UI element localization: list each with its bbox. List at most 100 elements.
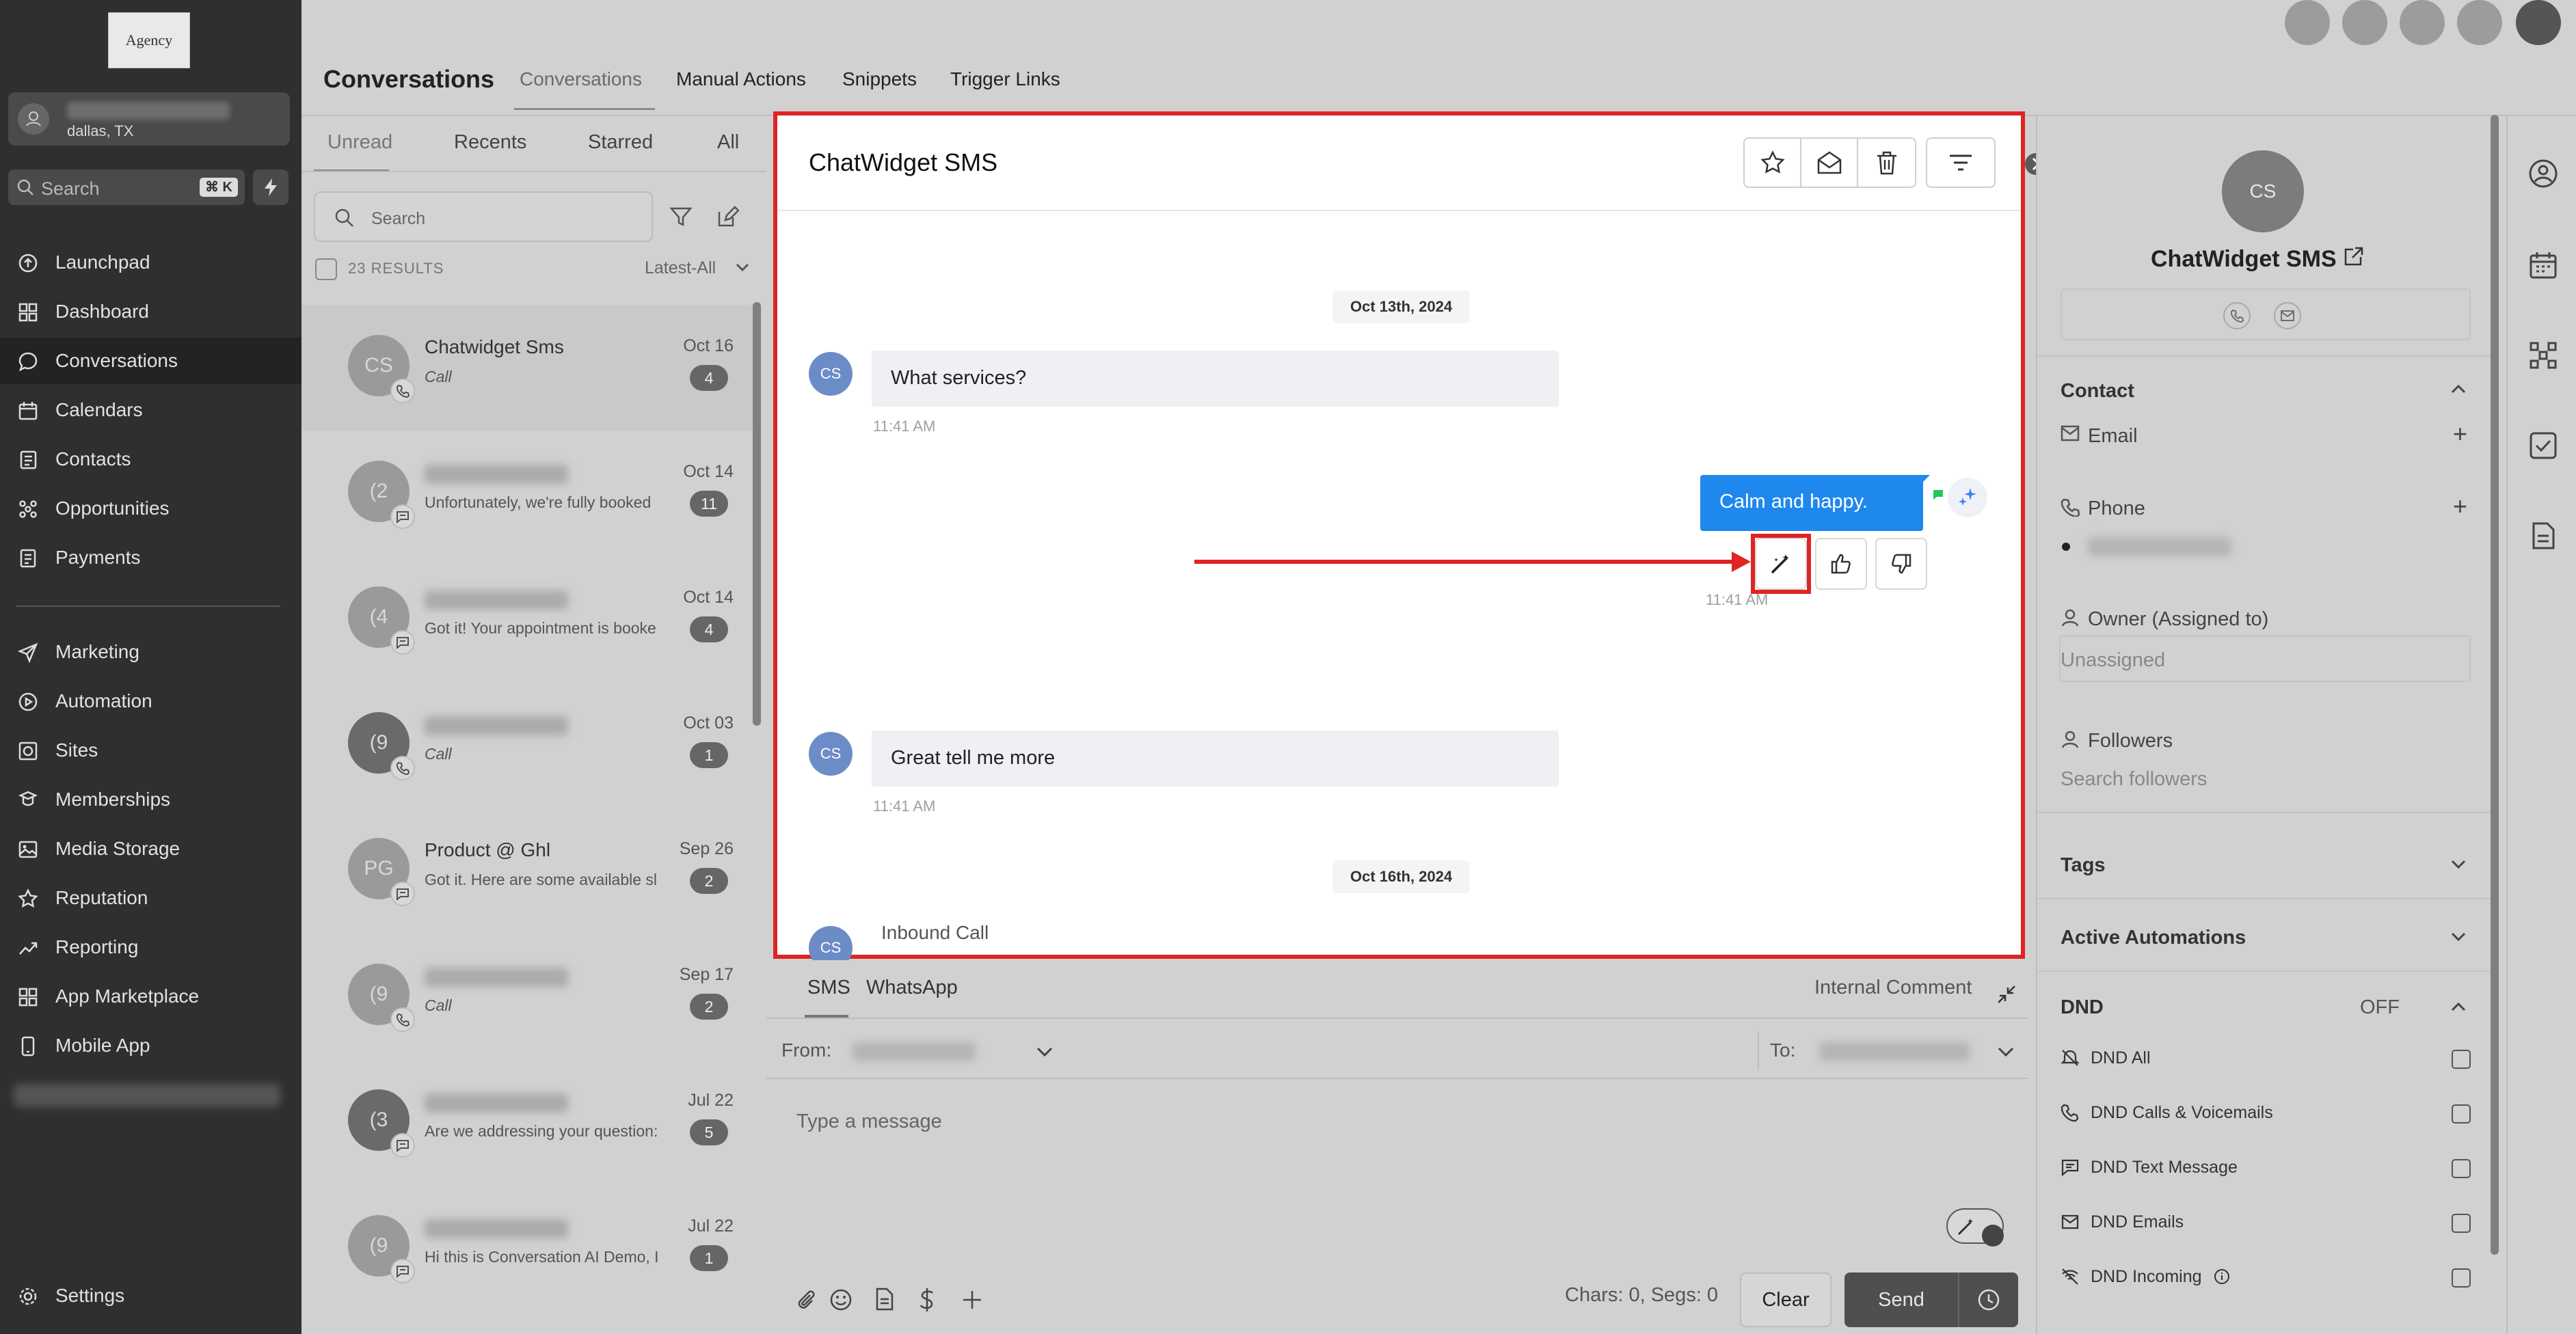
dollar-icon[interactable] [918,1287,936,1313]
calendar-icon[interactable] [2528,250,2558,280]
conversation-item[interactable]: PG Product @ Ghl Got it. Here are some ava… [301,808,758,934]
filter-icon[interactable] [669,205,693,228]
quick-actions-button[interactable] [253,169,289,205]
header-action-4[interactable] [2457,0,2502,45]
delete-button[interactable] [1858,139,1915,187]
thumbs-down-button[interactable] [1875,538,1927,590]
inbound-call-label: Inbound Call [881,922,989,943]
composer-tab-sms[interactable]: SMS [807,977,850,999]
select-all-checkbox[interactable] [315,258,337,280]
to-chevron-down-icon[interactable] [1997,1046,2015,1059]
sidebar-item-memberships[interactable]: Memberships [0,776,301,823]
dnd-checkbox[interactable] [2452,1050,2471,1069]
sidebar-item-settings[interactable]: Settings [0,1272,301,1319]
tasks-icon[interactable] [2528,431,2558,461]
attachment-icon[interactable] [795,1287,816,1311]
sidebar-item-automation[interactable]: Automation [0,678,301,724]
sidebar-item-reporting[interactable]: Reporting [0,924,301,970]
add-email-button[interactable]: + [2453,420,2467,448]
message-input[interactable]: Type a message [796,1111,942,1133]
mark-unread-button[interactable] [1801,139,1858,187]
agency-logo[interactable]: Agency [108,12,190,68]
owner-select[interactable]: Unassigned [2059,636,2471,682]
schedule-button[interactable] [1958,1272,2018,1327]
add-phone-button[interactable]: + [2453,492,2467,521]
tags-section-title[interactable]: Tags [2061,854,2106,877]
document-icon[interactable] [874,1287,895,1311]
conversation-item[interactable]: (9 Call Oct 03 1 [301,682,758,808]
email-button[interactable] [2274,302,2301,329]
conversation-item[interactable]: (9 Call Sep 17 2 [301,934,758,1059]
dnd-checkbox[interactable] [2452,1159,2471,1178]
sidebar-item-marketing[interactable]: Marketing [0,629,301,675]
account-switcher[interactable]: dallas, TX [8,92,290,146]
header-action-3[interactable] [2400,0,2445,45]
sidebar-item-payments[interactable]: Payments [0,534,301,581]
list-tab-starred[interactable]: Starred [588,131,653,154]
sidebar-item-media-storage[interactable]: Media Storage [0,826,301,872]
notes-icon[interactable] [2528,521,2558,551]
user-avatar[interactable] [2516,0,2561,45]
send-button[interactable]: Send [1844,1272,1958,1327]
star-button[interactable] [1745,139,1801,187]
internal-comment-tab[interactable]: Internal Comment [1814,977,1972,999]
conversation-item[interactable]: (2 Unfortunately, we're fully booked Oct 1… [301,431,758,556]
chevron-down-icon[interactable] [2450,931,2467,943]
list-tab-all[interactable]: All [717,131,739,154]
chevron-up-icon[interactable] [2450,1001,2467,1013]
opportunities-icon[interactable] [2528,340,2558,370]
conversation-item[interactable]: (4 Got it! Your appointment is booke Oct 1… [301,556,758,682]
header-action-2[interactable] [2342,0,2387,45]
collapse-composer-icon[interactable] [1996,983,2017,1005]
chevron-up-icon[interactable] [2450,383,2467,395]
sidebar-item-mobile-app[interactable]: Mobile App [0,1022,301,1069]
list-tab-recents[interactable]: Recents [454,131,526,154]
call-button[interactable] [2223,302,2251,329]
dnd-section-title[interactable]: DND [2061,996,2104,1019]
sidebar-item-conversations[interactable]: Conversations [0,338,301,384]
tab-snippets[interactable]: Snippets [842,68,917,90]
conversation-item[interactable]: (9 Hi this is Conversation AI Demo, I Jul … [301,1185,758,1311]
list-tab-unread[interactable]: Unread [327,131,392,154]
contact-profile-icon[interactable] [2528,159,2558,189]
sort-select[interactable]: Latest-All [645,258,716,278]
conversation-item[interactable]: (3 Are we addressing your question: Jul 22… [301,1059,758,1185]
automations-section-title[interactable]: Active Automations [2061,927,2246,949]
chat-filter-button[interactable] [1926,137,1996,188]
list-scrollbar[interactable] [753,302,761,726]
sidebar-item-contacts[interactable]: Contacts [0,436,301,482]
tab-trigger-links[interactable]: Trigger Links [950,68,1060,90]
dnd-checkbox[interactable] [2452,1214,2471,1233]
sidebar-item-sites[interactable]: Sites [0,727,301,774]
sidebar-item-app-marketplace[interactable]: App Marketplace [0,973,301,1020]
tab-conversations[interactable]: Conversations [520,68,642,90]
chevron-down-icon[interactable] [2450,858,2467,871]
contact-section-title[interactable]: Contact [2061,380,2134,403]
header-action-1[interactable] [2285,0,2330,45]
email-label: Email [2088,425,2138,447]
external-link-icon[interactable] [2342,246,2364,268]
emoji-icon[interactable] [829,1288,853,1311]
toggle-knob [1982,1225,2004,1247]
tab-manual-actions[interactable]: Manual Actions [676,68,806,90]
sidebar-item-calendars[interactable]: Calendars [0,387,301,433]
from-chevron-down-icon[interactable] [1036,1046,1054,1059]
sidebar-item-dashboard[interactable]: Dashboard [0,288,301,335]
dnd-checkbox[interactable] [2452,1104,2471,1124]
panel-scrollbar[interactable] [2491,115,2499,1255]
sidebar-item-reputation[interactable]: Reputation [0,875,301,921]
conversation-search-input[interactable]: Search [314,191,653,242]
info-icon[interactable] [2214,1268,2230,1285]
conversation-item[interactable]: CS Chatwidget Sms Call Oct 16 4 [301,305,758,431]
sidebar-item-launchpad[interactable]: Launchpad [0,239,301,286]
dnd-checkbox[interactable] [2452,1268,2471,1288]
plus-icon[interactable] [962,1290,982,1310]
compose-icon[interactable] [716,205,739,228]
ai-compose-toggle[interactable] [1946,1208,2004,1247]
sidebar-item-opportunities[interactable]: Opportunities [0,485,301,532]
followers-search-input[interactable]: Search followers [2061,768,2207,791]
thumbs-up-button[interactable] [1815,538,1867,590]
composer-tab-whatsapp[interactable]: WhatsApp [866,977,958,999]
clear-button[interactable]: Clear [1740,1272,1832,1327]
sidebar-search[interactable]: Search ⌘ K [8,169,245,205]
